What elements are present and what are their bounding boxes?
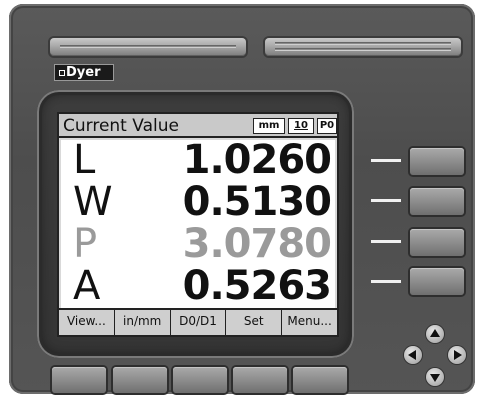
reading-row-w: W 0.5130: [61, 179, 335, 225]
top-slot-right: [265, 38, 461, 56]
brand-logo-text: Dyer: [66, 65, 101, 80]
side-button-3[interactable]: [410, 229, 464, 256]
reading-row-p: P 3.0780: [61, 221, 335, 267]
bottom-button-4[interactable]: [233, 367, 287, 393]
screen-title: Current Value: [63, 116, 179, 136]
reading-label: L: [73, 137, 96, 183]
reading-row-a: A 0.5263: [61, 263, 335, 309]
softkey-menu[interactable]: Menu...: [282, 310, 337, 335]
arrow-right-icon[interactable]: [448, 346, 466, 364]
side-button-4[interactable]: [410, 268, 464, 295]
arrow-left-icon[interactable]: [404, 346, 422, 364]
side-button-1[interactable]: [410, 148, 464, 175]
reading-label: A: [73, 263, 101, 309]
top-slot-left: [50, 38, 246, 56]
brand-logo: Dyer: [54, 64, 114, 81]
unit-indicator: mm: [253, 118, 285, 134]
side-button-2[interactable]: [410, 188, 464, 215]
resolution-indicator: 10: [288, 118, 314, 134]
side-button-tick: [371, 159, 401, 162]
reading-value: 3.0780: [182, 221, 332, 267]
reading-row-l: L 1.0260: [61, 137, 335, 183]
bottom-button-2[interactable]: [113, 367, 167, 393]
side-button-tick: [371, 240, 401, 243]
bottom-button-3[interactable]: [173, 367, 227, 393]
bottom-button-1[interactable]: [52, 367, 106, 393]
device-front: Dyer Current Value mm 10 P0 L 1.0260 W 0…: [0, 0, 483, 397]
reading-label: W: [73, 179, 113, 225]
readings-panel: L 1.0260 W 0.5130 P 3.0780 A 0.5263: [61, 137, 335, 309]
softkey-view[interactable]: View...: [59, 310, 115, 335]
arrow-up-icon[interactable]: [426, 325, 444, 343]
softkey-set[interactable]: Set: [226, 310, 283, 335]
reading-value: 1.0260: [182, 137, 332, 183]
arrow-down-icon[interactable]: [426, 368, 444, 386]
reading-label: P: [73, 221, 98, 267]
side-button-tick: [371, 199, 401, 202]
screen-header: Current Value mm 10 P0: [59, 114, 337, 138]
mode-indicator: P0: [317, 118, 337, 134]
side-button-tick: [371, 280, 401, 283]
bottom-button-5[interactable]: [293, 367, 347, 393]
softkey-in-mm[interactable]: in/mm: [115, 310, 171, 335]
reading-value: 0.5263: [182, 263, 332, 309]
reading-value: 0.5130: [182, 179, 332, 225]
lcd-screen: Current Value mm 10 P0 L 1.0260 W 0.5130…: [57, 112, 339, 337]
softkey-bar: View... in/mm D0/D1 Set Menu...: [59, 308, 337, 335]
softkey-d0-d1[interactable]: D0/D1: [171, 310, 227, 335]
